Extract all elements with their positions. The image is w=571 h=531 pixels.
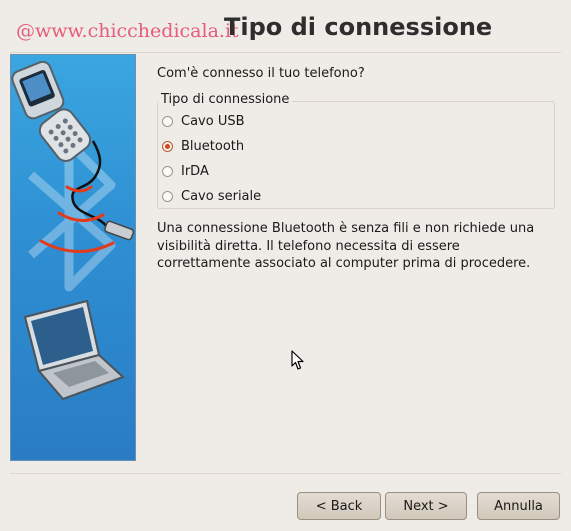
radio-label[interactable]: IrDA [181, 164, 209, 179]
question-label: Com'è connesso il tuo telefono? [157, 66, 365, 81]
page-title: Tipo di connessione [224, 13, 493, 41]
radio-option-serial[interactable]: Cavo seriale [162, 186, 261, 206]
radio-option-irda[interactable]: IrDA [162, 161, 209, 181]
watermark: @www.chicchedicala.it [16, 20, 239, 42]
radio-button[interactable] [162, 190, 173, 202]
next-button[interactable]: Next > [385, 492, 467, 520]
connection-type-group-label: Tipo di connessione [158, 92, 293, 107]
cancel-button[interactable]: Annulla [477, 492, 560, 520]
back-button[interactable]: < Back [297, 492, 381, 520]
radio-label[interactable]: Cavo seriale [181, 189, 261, 204]
radio-button-selected[interactable] [162, 140, 173, 152]
radio-label[interactable]: Bluetooth [181, 139, 244, 154]
radio-button[interactable] [162, 165, 173, 177]
laptop-icon [23, 299, 125, 401]
radio-option-usb[interactable]: Cavo USB [162, 111, 245, 131]
radio-button[interactable] [162, 115, 173, 127]
header-divider [10, 52, 561, 53]
mouse-pointer-icon [291, 350, 304, 370]
radio-option-bluetooth[interactable]: Bluetooth [162, 136, 244, 156]
side-illustration [10, 54, 136, 461]
connection-description: Una connessione Bluetooth è senza fili e… [157, 221, 535, 271]
footer-divider [10, 473, 561, 474]
flip-phone-icon [11, 60, 92, 162]
radio-label[interactable]: Cavo USB [181, 114, 245, 129]
